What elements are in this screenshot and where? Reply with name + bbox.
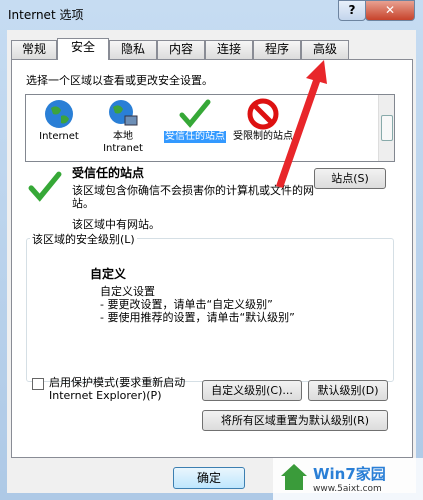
tab-connections[interactable]: 连接 — [205, 40, 253, 59]
zone-local-intranet[interactable]: 本地 Intranet — [92, 98, 154, 155]
intranet-globe-icon — [92, 98, 154, 131]
zone-local-intranet-label: 本地 Intranet — [103, 131, 143, 154]
zone-list-scrollbar[interactable] — [378, 95, 394, 161]
close-button[interactable]: ✕ — [365, 0, 415, 21]
default-level-button[interactable]: 默认级别(D) — [308, 380, 388, 401]
scrollbar-thumb[interactable] — [381, 115, 393, 141]
zone-internet-label: Internet — [39, 131, 79, 142]
help-button[interactable]: ? — [338, 0, 366, 21]
ok-button[interactable]: 确定 — [173, 467, 245, 489]
level-line: - 要更改设置，请单击“自定义级别” — [100, 298, 273, 311]
tab-programs[interactable]: 程序 — [253, 40, 301, 59]
security-level-group-title: 该区域的安全级别(L) — [30, 231, 137, 247]
level-line: 自定义设置 — [100, 285, 155, 298]
selected-zone-description: 该区域包含你确信不会损害你的计算机或文件的网站。 — [72, 184, 314, 210]
protected-mode-checkbox[interactable] — [32, 378, 44, 390]
zone-restricted-sites[interactable]: 受限制的站点 — [232, 98, 294, 143]
protected-mode-label: 启用保护模式(要求重新启动 Internet Explorer)(P) — [49, 376, 186, 402]
check-icon — [164, 98, 226, 131]
selected-zone-title: 受信任的站点 — [72, 166, 145, 180]
level-line: - 要使用推荐的设置，请单击“默认级别” — [100, 311, 295, 324]
tab-general[interactable]: 常规 — [11, 40, 57, 59]
tab-content[interactable]: 内容 — [157, 40, 205, 59]
zone-restricted-sites-label: 受限制的站点 — [233, 131, 293, 142]
globe-icon — [28, 98, 90, 131]
watermark-logo-icon — [279, 462, 309, 495]
client-area: 常规 安全 隐私 内容 连接 程序 高级 选择一个区域以查看或更改安全设置。 I… — [7, 30, 416, 493]
title-bar[interactable]: Internet 选项 ? ✕ — [0, 0, 423, 30]
watermark: Win7家园 www.5aixt.com — [273, 458, 423, 500]
zone-trusted-sites-label: 受信任的站点 — [164, 131, 226, 143]
security-level-title: 自定义 — [90, 267, 127, 281]
no-entry-icon — [232, 98, 294, 131]
reset-all-zones-button[interactable]: 将所有区域重置为默认级别(R) — [202, 410, 388, 431]
zone-sites-note: 该区域中有网站。 — [72, 218, 160, 231]
sites-button[interactable]: 站点(S) — [314, 168, 386, 189]
window-title: Internet 选项 — [8, 8, 84, 22]
zone-internet[interactable]: Internet — [28, 98, 90, 143]
zone-select-hint: 选择一个区域以查看或更改安全设置。 — [26, 74, 213, 87]
tab-advanced[interactable]: 高级 — [301, 40, 349, 59]
selected-zone-check-icon — [28, 170, 62, 207]
custom-level-button[interactable]: 自定义级别(C)... — [202, 380, 302, 401]
zone-list: Internet 本地 Intranet 受信任的站点 受限制的站点 — [25, 94, 395, 162]
watermark-url: www.5aixt.com — [313, 484, 382, 494]
zone-trusted-sites[interactable]: 受信任的站点 — [164, 98, 226, 143]
tab-security[interactable]: 安全 — [57, 38, 109, 60]
security-panel: 选择一个区域以查看或更改安全设置。 Internet 本地 Intranet 受… — [11, 59, 413, 458]
watermark-text: Win7家园 — [313, 465, 386, 483]
dialog-window: Internet 选项 ? ✕ 常规 安全 隐私 内容 连接 程序 高级 选择一… — [0, 0, 423, 500]
security-level-description: 自定义设置 - 要更改设置，请单击“自定义级别” - 要使用推荐的设置，请单击“… — [100, 285, 295, 324]
tab-privacy[interactable]: 隐私 — [109, 40, 157, 59]
